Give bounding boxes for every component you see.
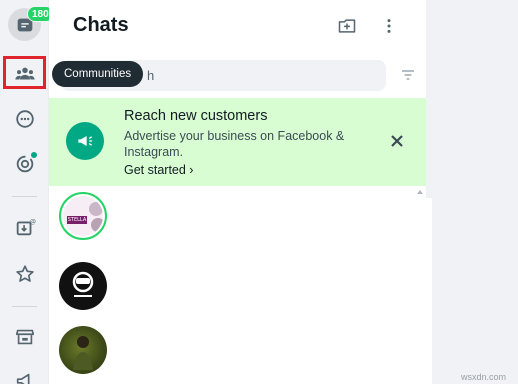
chat-list-item[interactable]: [49, 322, 409, 384]
archived-button[interactable]: @: [8, 210, 41, 243]
chat-list-panel: Chats h Reach new customers Advertise yo…: [49, 0, 426, 384]
avatar: [59, 326, 107, 374]
starred-icon: [15, 264, 34, 282]
starred-button[interactable]: [8, 257, 41, 290]
avatar: [59, 262, 107, 310]
chat-list-item[interactable]: STELLA: [49, 192, 409, 256]
promo-banner: Reach new customers Advertise your busin…: [49, 98, 426, 186]
search-input-visible-text: h: [147, 68, 155, 83]
avatar: STELLA: [59, 192, 107, 240]
status-icon: [15, 109, 34, 128]
get-started-link[interactable]: Get started ›: [124, 163, 193, 177]
svg-text:@: @: [29, 217, 35, 225]
megaphone-badge-icon: [66, 122, 104, 160]
conversation-area: [426, 0, 518, 384]
nav-rail: 180 @: [0, 0, 54, 384]
highlight-annotation: [3, 56, 46, 89]
scroll-up-arrow-icon[interactable]: [417, 190, 423, 194]
filter-button[interactable]: [397, 64, 419, 86]
archived-icon: @: [16, 217, 35, 235]
business-tools-button[interactable]: [8, 320, 41, 353]
menu-icon: [387, 19, 391, 33]
chat-list-item[interactable]: [49, 258, 409, 322]
business-tools-icon: [15, 329, 34, 344]
new-chat-button[interactable]: [335, 14, 359, 38]
banner-text: Advertise your business on Facebook & In…: [124, 129, 345, 159]
channels-update-dot: [31, 152, 37, 158]
scrollbar[interactable]: [415, 186, 425, 384]
status-button[interactable]: [8, 102, 41, 135]
megaphone-icon: [16, 373, 29, 384]
megaphone-button[interactable]: [8, 364, 41, 384]
new-chat-icon: [338, 19, 356, 33]
communities-tooltip: Communities: [52, 61, 144, 87]
rail-divider: [12, 306, 37, 307]
banner-title: Reach new customers: [124, 108, 268, 124]
rail-divider: [12, 196, 37, 197]
page-title: Chats: [73, 14, 129, 36]
panel-edge: [426, 198, 432, 384]
banner-close-button[interactable]: [387, 131, 407, 151]
menu-button[interactable]: [377, 14, 401, 38]
watermark: wsxdn.com: [461, 372, 507, 382]
close-icon: [391, 135, 403, 147]
filter-icon: [402, 70, 414, 80]
